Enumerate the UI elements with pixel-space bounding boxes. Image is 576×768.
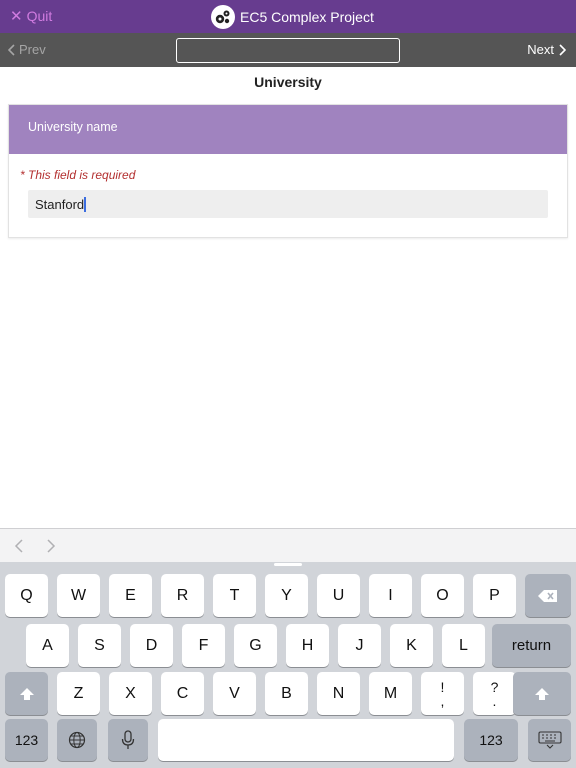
key-i[interactable]: I (369, 574, 412, 617)
key-g[interactable]: G (234, 624, 277, 667)
key-s[interactable]: S (78, 624, 121, 667)
backspace-key[interactable] (525, 574, 571, 617)
key-comma-label: , (440, 692, 445, 709)
globe-key[interactable] (57, 719, 97, 761)
key-q[interactable]: Q (5, 574, 48, 617)
key-z[interactable]: Z (57, 672, 100, 715)
app-title-group: EC5 Complex Project (211, 5, 374, 29)
key-n[interactable]: N (317, 672, 360, 715)
required-message: * This field is required (20, 168, 136, 182)
key-b[interactable]: B (265, 672, 308, 715)
quit-label: Quit (26, 8, 53, 24)
key-d[interactable]: D (130, 624, 173, 667)
key-question-label: ? (490, 678, 499, 695)
page-title: University (254, 74, 322, 90)
key-w[interactable]: W (57, 574, 100, 617)
shift-icon (19, 687, 34, 700)
question-nav-bar: Prev Next (0, 33, 576, 67)
on-screen-keyboard: Q W E R T Y U I O P A S D F G H J K L re… (0, 562, 576, 768)
shift-key-left[interactable] (5, 672, 48, 715)
key-h[interactable]: H (286, 624, 329, 667)
keyboard-accessory-bar (0, 528, 576, 562)
prev-button[interactable]: Prev (8, 42, 46, 57)
chevron-right-icon (559, 43, 566, 56)
dismiss-keyboard-key[interactable] (528, 719, 571, 761)
next-label: Next (527, 42, 554, 57)
key-y[interactable]: Y (265, 574, 308, 617)
key-t[interactable]: T (213, 574, 256, 617)
quit-button[interactable]: ✕ Quit (10, 8, 52, 24)
space-key[interactable] (158, 719, 454, 761)
numbers-key-right[interactable]: 123 (464, 719, 518, 761)
key-c[interactable]: C (161, 672, 204, 715)
backspace-icon (538, 589, 557, 602)
close-icon: ✕ (10, 7, 23, 25)
key-o[interactable]: O (421, 574, 464, 617)
key-period-label: . (492, 692, 497, 709)
globe-icon (68, 731, 86, 749)
key-f[interactable]: F (182, 624, 225, 667)
key-p[interactable]: P (473, 574, 516, 617)
gear-logo-icon (211, 5, 235, 29)
jump-to-question-input[interactable] (176, 38, 400, 63)
key-question-period[interactable]: ? . (473, 672, 516, 715)
chevron-left-icon[interactable] (14, 538, 24, 554)
key-e[interactable]: E (109, 574, 152, 617)
question-header: University name (9, 105, 567, 154)
numbers-key-left[interactable]: 123 (5, 719, 48, 761)
key-v[interactable]: V (213, 672, 256, 715)
key-l[interactable]: L (442, 624, 485, 667)
chevron-right-icon[interactable] (46, 538, 56, 554)
key-a[interactable]: A (26, 624, 69, 667)
key-exclaim-label: ! (440, 678, 445, 695)
key-j[interactable]: J (338, 624, 381, 667)
key-k[interactable]: K (390, 624, 433, 667)
text-caret (84, 196, 87, 212)
app-header: ✕ Quit EC5 Complex Project (0, 0, 576, 33)
shift-icon (535, 687, 549, 700)
microphone-icon (121, 730, 135, 749)
key-u[interactable]: U (317, 574, 360, 617)
university-name-input[interactable]: Stanford (28, 190, 548, 218)
app-title: EC5 Complex Project (240, 9, 374, 25)
return-key[interactable]: return (492, 624, 571, 667)
dictation-key[interactable] (108, 719, 148, 761)
question-card: University name * This field is required… (8, 104, 568, 238)
keyboard-grabber[interactable] (274, 563, 302, 566)
prev-label: Prev (19, 42, 46, 57)
question-label: University name (28, 120, 118, 134)
app-root: ✕ Quit EC5 Complex Project Prev Next Uni… (0, 0, 576, 768)
key-x[interactable]: X (109, 672, 152, 715)
keyboard-dismiss-icon (537, 731, 562, 749)
key-m[interactable]: M (369, 672, 412, 715)
input-value: Stanford (35, 196, 85, 212)
next-button[interactable]: Next (527, 42, 566, 57)
key-r[interactable]: R (161, 574, 204, 617)
shift-key-right[interactable] (513, 672, 571, 715)
chevron-left-icon (8, 43, 15, 56)
key-exclaim-comma[interactable]: ! , (421, 672, 464, 715)
